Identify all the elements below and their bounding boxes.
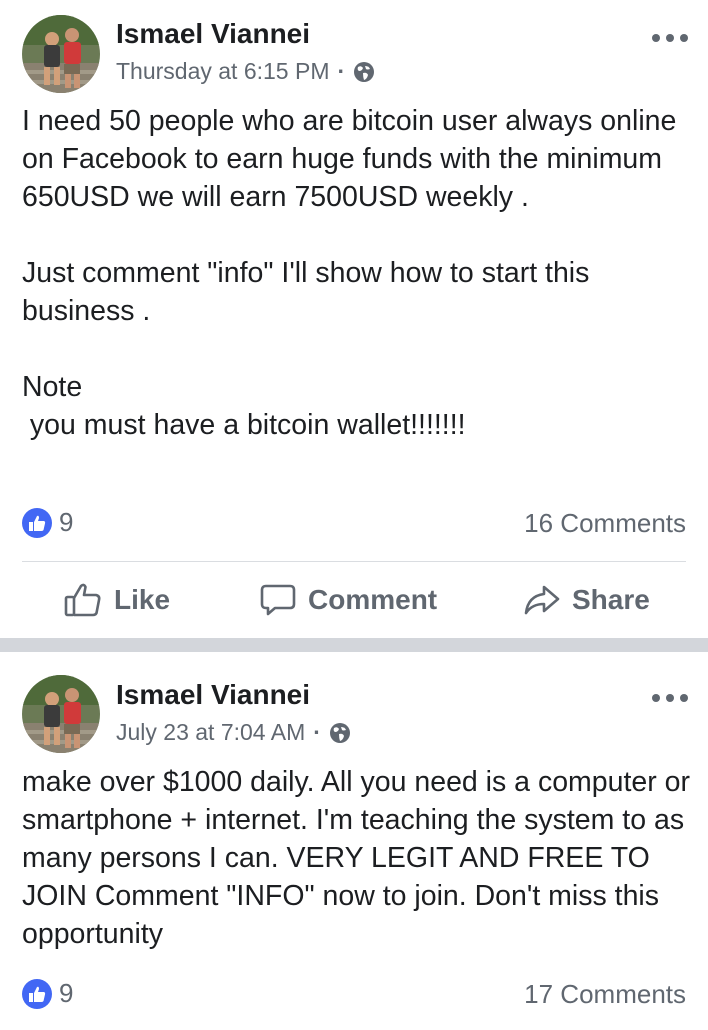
post-text: make over $1000 daily. All you need is a… <box>22 766 698 950</box>
like-reaction-icon <box>22 978 52 1009</box>
more-options-icon[interactable] <box>652 692 688 704</box>
meta-separator: · <box>337 58 346 84</box>
share-label: Share <box>572 584 650 615</box>
comment-button[interactable]: Comment <box>260 562 437 638</box>
reaction-count: 9 <box>59 978 74 1008</box>
comment-label: Comment <box>308 584 438 615</box>
like-label: Like <box>114 584 171 615</box>
feed-separator <box>0 638 708 652</box>
avatar[interactable] <box>22 15 100 93</box>
post-meta: July 23 at 7:04 AM · <box>116 719 351 746</box>
reaction-summary[interactable]: 9 <box>22 978 73 1009</box>
post-action-bar: Like Comment Share <box>0 562 708 638</box>
post-timestamp[interactable]: Thursday at 6:15 PM <box>116 58 330 85</box>
avatar[interactable] <box>22 675 100 753</box>
share-arrow-icon <box>524 585 560 615</box>
author-name[interactable]: Ismael Viannei <box>116 18 310 50</box>
like-button[interactable]: Like <box>64 562 170 638</box>
like-reaction-icon <box>22 507 52 538</box>
comments-count[interactable]: 16 Comments <box>524 508 686 539</box>
comment-bubble-icon <box>260 584 296 616</box>
post-timestamp[interactable]: July 23 at 7:04 AM <box>116 719 305 746</box>
comments-count[interactable]: 17 Comments <box>524 979 686 1010</box>
thumbs-up-icon <box>64 583 101 617</box>
reaction-summary[interactable]: 9 <box>22 507 73 538</box>
post-text: I need 50 people who are bitcoin user al… <box>22 105 677 441</box>
post-meta: Thursday at 6:15 PM · <box>116 58 375 85</box>
post-card: Ismael Viannei July 23 at 7:04 AM · make… <box>0 652 708 1030</box>
globe-icon <box>353 61 375 83</box>
author-name[interactable]: Ismael Viannei <box>116 679 310 711</box>
globe-icon <box>329 722 351 744</box>
post-card: Ismael Viannei Thursday at 6:15 PM · I n… <box>0 0 708 638</box>
share-button[interactable]: Share <box>524 562 650 638</box>
reaction-count: 9 <box>59 507 74 537</box>
meta-separator: · <box>313 719 321 745</box>
more-options-icon[interactable] <box>652 32 688 44</box>
